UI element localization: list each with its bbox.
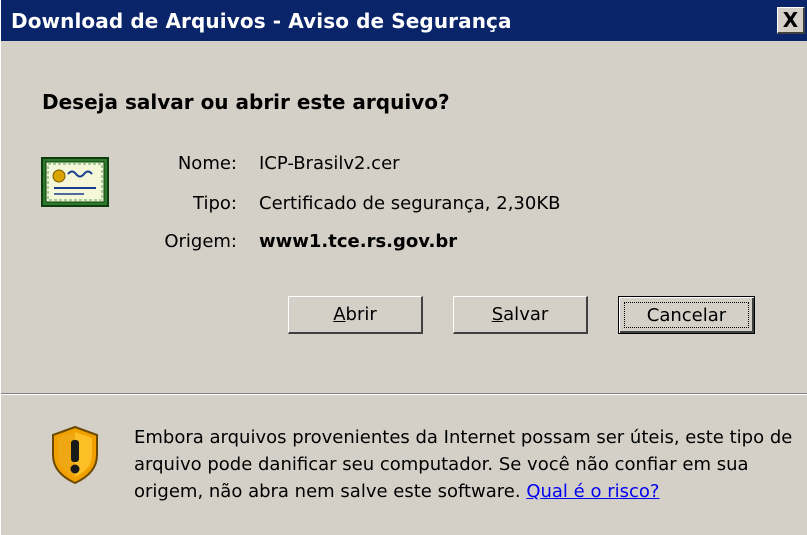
file-type-value: Certificado de segurança, 2,30KB [259,193,561,214]
shield-warning-icon [52,425,98,485]
file-origin-value: www1.tce.rs.gov.br [259,231,458,252]
dialog-question: Deseja salvar ou abrir este arquivo? [42,90,450,114]
cancel-button[interactable]: Cancelar [618,296,755,334]
download-dialog: Download de Arquivos - Aviso de Seguranç… [0,0,807,535]
warning-text: Embora arquivos provenientes da Internet… [134,427,793,502]
window-title: Download de Arquivos - Aviso de Seguranç… [11,9,512,33]
title-bar[interactable]: Download de Arquivos - Aviso de Seguranç… [1,0,807,43]
focus-rectangle [624,302,749,328]
file-name-label: Nome: [177,153,237,174]
save-button[interactable]: Salvar [453,296,588,334]
close-icon: X [782,8,799,32]
file-type-label: Tipo: [193,193,237,214]
separator [1,393,807,395]
certificate-icon [41,157,109,207]
security-warning: Embora arquivos provenientes da Internet… [134,424,804,505]
file-name-value: ICP-Brasilv2.cer [259,153,400,174]
save-button-label: Salvar [491,304,549,325]
risk-link[interactable]: Qual é o risco? [526,481,659,502]
open-button[interactable]: Abrir [288,296,423,334]
close-button[interactable]: X [777,7,805,34]
file-origin-label: Origem: [164,231,237,252]
open-button-label: Abrir [333,304,377,325]
